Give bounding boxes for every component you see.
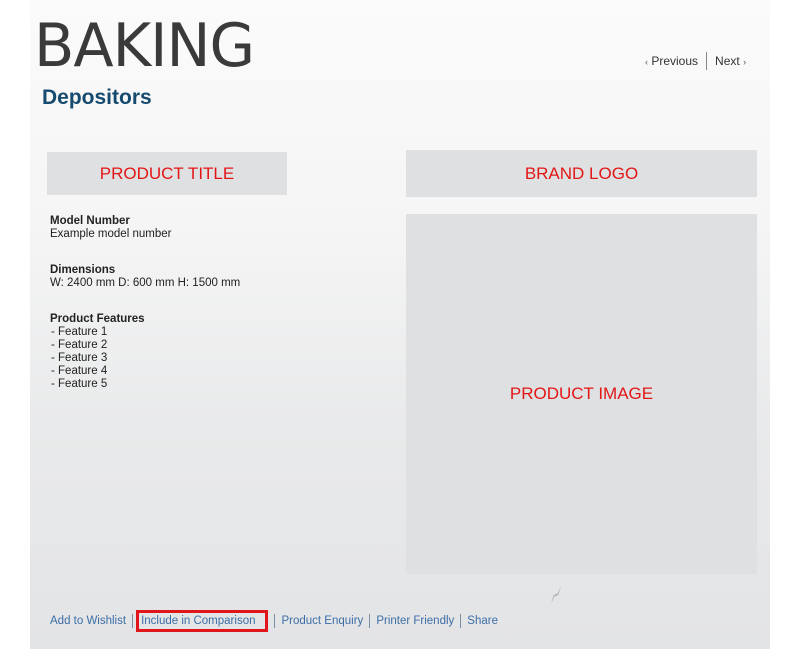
product-enquiry-link[interactable]: Product Enquiry: [281, 615, 363, 627]
model-number-group: Model Number Example model number: [50, 215, 240, 241]
features-group: Product Features - Feature 1 - Feature 2…: [50, 313, 240, 391]
feature-item: - Feature 3: [51, 352, 108, 364]
previous-link[interactable]: ‹ Previous: [645, 54, 698, 68]
pager: ‹ Previous Next ›: [645, 52, 746, 70]
share-link[interactable]: Share: [467, 615, 498, 627]
include-in-comparison-link[interactable]: Include in Comparison: [136, 610, 269, 632]
category-title: BAKING: [34, 11, 255, 81]
add-to-wishlist-link[interactable]: Add to Wishlist: [50, 615, 126, 627]
action-divider: [132, 614, 134, 628]
subcategory-title: Depositors: [42, 86, 152, 109]
model-number-label: Model Number: [50, 215, 130, 227]
chevron-left-icon: ‹: [645, 57, 648, 67]
action-divider: [369, 614, 371, 628]
printer-friendly-link[interactable]: Printer Friendly: [376, 615, 454, 627]
model-number-value: Example model number: [50, 228, 172, 240]
product-image-text: PRODUCT IMAGE: [509, 384, 654, 403]
feature-item: - Feature 4: [51, 365, 108, 377]
dimensions-value: W: 2400 mm D: 600 mm H: 1500 mm: [50, 277, 241, 289]
product-title-placeholder: PRODUCT TITLE: [47, 152, 287, 195]
features-label: Product Features: [50, 313, 145, 325]
feature-item: - Feature 5: [51, 378, 108, 390]
brand-logo-text: BRAND LOGO: [524, 163, 639, 183]
action-divider: [274, 614, 276, 628]
feature-item: - Feature 1: [51, 326, 108, 338]
pager-divider: [706, 52, 708, 70]
chevron-right-icon: ›: [743, 57, 747, 67]
next-label: Next: [715, 54, 740, 68]
lightning-icon: [551, 586, 561, 604]
action-divider: [460, 614, 462, 628]
brand-logo-placeholder: BRAND LOGO: [406, 150, 757, 197]
product-actions: Add to Wishlist Include in Comparison Pr…: [50, 610, 498, 632]
features-list: - Feature 1 - Feature 2 - Feature 3 - Fe…: [50, 326, 240, 391]
dimensions-group: Dimensions W: 2400 mm D: 600 mm H: 1500 …: [50, 264, 240, 290]
product-title-text: PRODUCT TITLE: [99, 163, 235, 183]
next-link[interactable]: Next ›: [715, 54, 746, 68]
product-image-placeholder: PRODUCT IMAGE: [406, 214, 757, 574]
feature-item: - Feature 2: [51, 339, 108, 351]
product-specs: Model Number Example model number Dimens…: [50, 215, 240, 414]
dimensions-label: Dimensions: [50, 264, 116, 276]
previous-label: Previous: [651, 54, 699, 68]
